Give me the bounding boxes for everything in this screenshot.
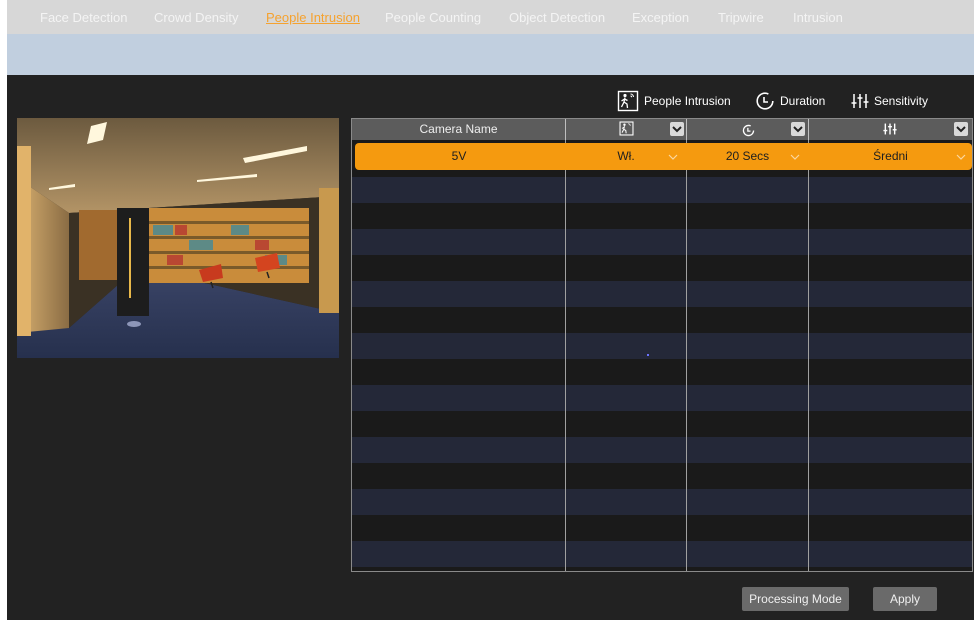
chevron-down-icon (793, 126, 803, 133)
legend-sensitivity: Sensitivity (851, 89, 928, 113)
chevron-down-icon (672, 126, 682, 133)
enable-select[interactable]: Wł. (566, 143, 686, 170)
chevron-down-icon (790, 154, 800, 160)
clock-icon (742, 123, 755, 144)
people-intrusion-dropdown[interactable] (670, 122, 684, 136)
tab-bar: Face Detection Crowd Density People Intr… (7, 0, 974, 34)
camera-name-cell: 5V (451, 149, 467, 163)
tab-face-detection[interactable]: Face Detection (40, 0, 127, 34)
sliders-icon (883, 122, 897, 143)
toolbar-band (7, 34, 974, 75)
people-intrusion-icon (617, 90, 639, 112)
apply-button[interactable]: Apply (873, 587, 937, 611)
cursor-dot (647, 354, 649, 356)
duration-select[interactable]: 20 Secs (687, 143, 808, 170)
legend-sensitivity-label: Sensitivity (874, 94, 929, 108)
column-header-camera-name: Camera Name (352, 119, 566, 140)
app-window: Face Detection Crowd Density People Intr… (7, 0, 974, 620)
tab-crowd-density[interactable]: Crowd Density (154, 0, 239, 34)
tab-object-detection[interactable]: Object Detection (509, 0, 605, 34)
legend-people-intrusion-label: People Intrusion (644, 94, 731, 108)
sensitivity-dropdown[interactable] (954, 122, 968, 136)
sliders-icon (851, 92, 869, 110)
processing-mode-button[interactable]: Processing Mode (742, 587, 849, 611)
duration-value: 20 Secs (725, 149, 770, 163)
column-header-sensitivity (809, 119, 972, 140)
camera-preview-image (17, 118, 339, 358)
duration-dropdown[interactable] (791, 122, 805, 136)
sensitivity-select[interactable]: Średni (809, 143, 972, 170)
table-row[interactable]: 5V Wł. 20 Secs Średni (355, 143, 972, 170)
legend-people-intrusion: People Intrusion (617, 89, 731, 113)
legend-duration: Duration (755, 89, 825, 113)
tab-people-intrusion[interactable]: People Intrusion (266, 0, 360, 34)
enable-value: Wł. (617, 149, 635, 163)
sensitivity-value: Średni (873, 149, 908, 163)
tab-exception[interactable]: Exception (632, 0, 689, 34)
column-header-duration (687, 119, 809, 140)
chevron-down-icon (668, 154, 678, 160)
tab-tripwire[interactable]: Tripwire (718, 0, 764, 34)
camera-table: Camera Name 5V Wł. 20 Secs Średni (351, 118, 973, 572)
column-header-people-intrusion (566, 119, 687, 140)
chevron-down-icon (956, 126, 966, 133)
tab-intrusion[interactable]: Intrusion (793, 0, 843, 34)
table-header: Camera Name (352, 119, 972, 140)
tab-people-counting[interactable]: People Counting (385, 0, 481, 34)
legend-duration-label: Duration (780, 94, 826, 108)
camera-preview (17, 118, 339, 358)
people-intrusion-icon (619, 121, 634, 143)
chevron-down-icon (956, 154, 966, 160)
clock-icon (755, 91, 775, 111)
